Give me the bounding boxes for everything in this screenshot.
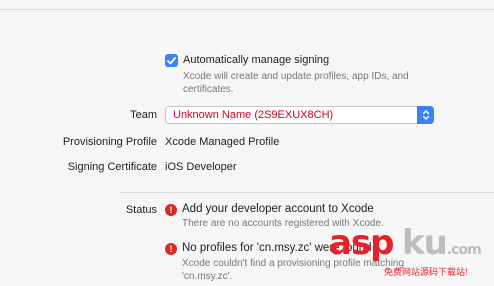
watermark-logo-ku: ku.com — [402, 223, 482, 263]
provisioning-profile-label: Provisioning Profile — [62, 136, 157, 148]
watermark-tagline: 免费网站源码下载站! — [384, 267, 468, 277]
error-icon: ! — [165, 204, 177, 216]
signing-certificate-value: iOS Developer — [165, 161, 237, 173]
error-icon: ! — [165, 243, 177, 255]
auto-manage-description-line2: certificates. — [183, 84, 234, 95]
watermark-logo: asp — [329, 223, 395, 263]
auto-manage-signing-label[interactable]: Automatically manage signing — [183, 54, 329, 66]
status-message-title: Add your developer account to Xcode — [182, 203, 374, 215]
status-label: Status — [125, 204, 157, 216]
section-divider — [120, 192, 494, 193]
provisioning-profile-value: Xcode Managed Profile — [165, 136, 280, 148]
team-select[interactable]: Unknown Name (2S9EXUX8CH) — [165, 106, 434, 124]
signing-certificate-label: Signing Certificate — [67, 161, 157, 173]
auto-manage-description-line1: Xcode will create and update profiles, a… — [183, 71, 409, 82]
checkmark-icon — [167, 56, 176, 64]
auto-manage-signing-checkbox[interactable] — [165, 54, 178, 67]
status-message-detail-line2: 'cn.msy.zc'. — [182, 271, 233, 282]
team-selected-value: Unknown Name (2S9EXUX8CH) — [173, 109, 334, 121]
top-divider — [0, 9, 494, 10]
select-stepper-icon[interactable] — [417, 106, 434, 124]
team-label: Team — [130, 109, 157, 121]
